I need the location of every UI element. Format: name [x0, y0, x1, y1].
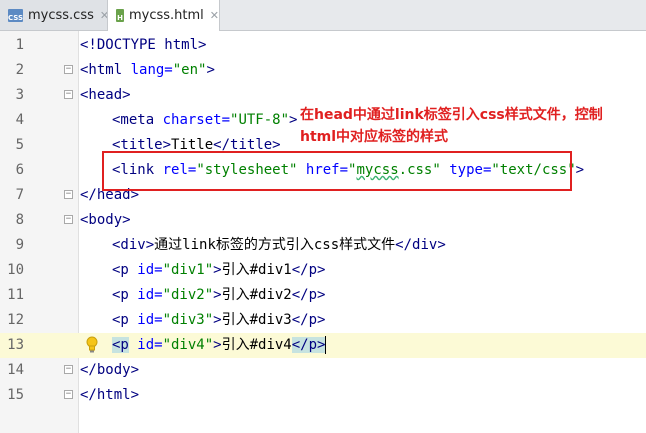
line-number: 1: [15, 37, 24, 53]
code-text: </body>: [80, 362, 140, 378]
code-line[interactable]: 1 <!DOCTYPE html>: [0, 33, 646, 58]
code-text: <html lang="en">: [80, 62, 215, 78]
close-icon[interactable]: ✕: [210, 9, 219, 22]
code-line[interactable]: 8 − <body>: [0, 208, 646, 233]
tab-mycss-html[interactable]: H mycss.html ✕: [107, 0, 220, 31]
css-file-icon: CSS: [8, 8, 23, 22]
line-number: 14: [7, 362, 24, 378]
code-editor[interactable]: 1 <!DOCTYPE html> 2 − <html lang="en"> 3…: [0, 31, 646, 433]
text-caret: [325, 336, 327, 354]
line-number: 8: [15, 212, 24, 228]
fold-icon[interactable]: −: [64, 390, 73, 399]
code-line[interactable]: 14 − </body>: [0, 358, 646, 383]
editor-tab-bar: CSS mycss.css ✕ H mycss.html ✕: [0, 0, 646, 31]
annotation-highlight-box: [102, 151, 572, 191]
code-line[interactable]: 11 <p id="div2">引入#div2</p>: [0, 283, 646, 308]
code-line[interactable]: 15 − </html>: [0, 383, 646, 408]
code-text: <head>: [80, 87, 131, 103]
fold-icon[interactable]: −: [64, 90, 73, 99]
code-line-current[interactable]: 13 <p id="div4">引入#div4</p>: [0, 333, 646, 358]
code-line[interactable]: 12 <p id="div3">引入#div3</p>: [0, 308, 646, 333]
line-number: 11: [7, 287, 24, 303]
tab-label: mycss.css: [28, 7, 94, 23]
fold-icon[interactable]: −: [64, 190, 73, 199]
fold-icon[interactable]: −: [64, 365, 73, 374]
fold-icon[interactable]: −: [64, 215, 73, 224]
code-text: <p id="div2">引入#div2</p>: [112, 287, 326, 303]
lightbulb-icon[interactable]: [86, 336, 98, 354]
tab-mycss-css[interactable]: CSS mycss.css ✕: [0, 0, 109, 30]
code-line[interactable]: 2 − <html lang="en">: [0, 58, 646, 83]
line-number: 7: [15, 187, 24, 203]
code-line[interactable]: 9 <div>通过link标签的方式引入css样式文件</div>: [0, 233, 646, 258]
line-number: 4: [15, 112, 24, 128]
code-text: <p id="div4">引入#div4</p>: [112, 336, 327, 354]
code-text: </html>: [80, 387, 140, 403]
code-text: <meta charset="UTF-8">: [112, 112, 298, 128]
tab-label: mycss.html: [128, 8, 204, 23]
line-number: 9: [15, 237, 24, 253]
code-text: <body>: [80, 212, 131, 228]
html-file-icon: H: [116, 9, 124, 22]
annotation-text: 在head中通过link标签引入css样式文件，控制html中对应标签的样式: [300, 107, 603, 145]
code-line[interactable]: 10 <p id="div1">引入#div1</p>: [0, 258, 646, 283]
line-number: 5: [15, 137, 24, 153]
fold-icon[interactable]: −: [64, 65, 73, 74]
line-number: 15: [7, 387, 24, 403]
code-text: <p id="div1">引入#div1</p>: [112, 262, 326, 278]
line-number: 12: [7, 312, 24, 328]
line-number: 3: [15, 87, 24, 103]
line-number: 13: [7, 337, 24, 353]
code-text: <div>通过link标签的方式引入css样式文件</div>: [112, 237, 446, 253]
code-text: <!DOCTYPE html>: [80, 37, 207, 53]
line-number: 10: [7, 262, 24, 278]
line-number: 2: [15, 62, 24, 78]
code-text: <p id="div3">引入#div3</p>: [112, 312, 326, 328]
line-number: 6: [15, 162, 24, 178]
